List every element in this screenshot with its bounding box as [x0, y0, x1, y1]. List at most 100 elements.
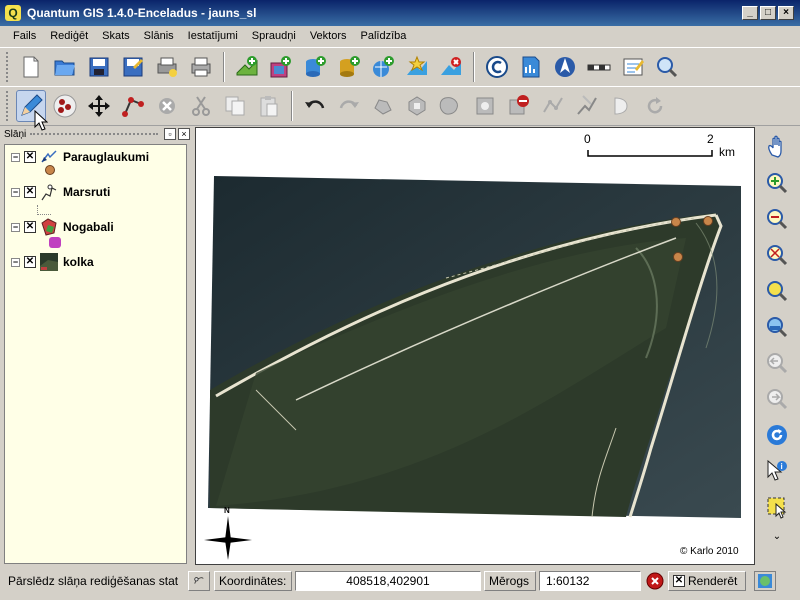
delete-ring-button[interactable] [470, 90, 500, 122]
print-composer-button[interactable] [152, 51, 182, 83]
sample-point [703, 216, 713, 226]
zoom-out-icon[interactable] [762, 203, 792, 235]
layer-visibility-checkbox[interactable]: ✕ [24, 256, 36, 268]
add-vector-layer-button[interactable] [232, 51, 262, 83]
new-vector-layer-button[interactable] [402, 51, 432, 83]
edit-toolbar [0, 86, 800, 126]
menu-fails[interactable]: Fails [6, 30, 43, 42]
mouse-cursor-icon [34, 109, 49, 135]
close-button[interactable]: × [778, 6, 794, 20]
zoom-next-icon[interactable] [762, 383, 792, 415]
add-postgis-layer-button[interactable] [300, 51, 330, 83]
layer-item-parauglaukumi[interactable]: − ✕ Parauglaukumi [11, 148, 149, 166]
open-project-button[interactable] [50, 51, 80, 83]
panel-drag-handle[interactable] [30, 133, 158, 135]
gps-tools-button[interactable] [516, 51, 546, 83]
layer-visibility-checkbox[interactable]: ✕ [24, 186, 36, 198]
split-features-button[interactable] [572, 90, 602, 122]
satellite-raster [208, 176, 741, 518]
delete-part-button[interactable] [504, 90, 534, 122]
layer-item-kolka[interactable]: − ✕ kolka [11, 253, 94, 271]
zoom-layer-icon[interactable] [762, 311, 792, 343]
simplify-feature-button[interactable] [368, 90, 398, 122]
copy-features-button[interactable] [220, 90, 250, 122]
capture-point-button[interactable] [50, 90, 80, 122]
minimize-button[interactable]: _ [742, 6, 758, 20]
add-wms-layer-button[interactable] [368, 51, 398, 83]
scale-input[interactable]: 1:60132 [539, 571, 641, 591]
toggle-extents-icon[interactable] [188, 571, 210, 591]
save-project-button[interactable] [84, 51, 114, 83]
zoom-selection-icon[interactable] [762, 275, 792, 307]
reshape-features-button[interactable] [538, 90, 568, 122]
move-feature-button[interactable] [84, 90, 114, 122]
layer-visibility-checkbox[interactable]: ✕ [24, 151, 36, 163]
render-label: Renderēt [688, 574, 738, 588]
pan-icon[interactable] [762, 131, 792, 163]
menu-rediget[interactable]: Rediģēt [43, 30, 95, 42]
north-arrow-button[interactable] [550, 51, 580, 83]
collapse-toggle[interactable]: − [11, 187, 20, 197]
layer-item-marsruti[interactable]: − ✕ Marsruti [11, 183, 110, 201]
identify-icon[interactable]: i [762, 455, 792, 487]
select-features-icon[interactable] [762, 491, 792, 523]
window-title: Quantum GIS 1.4.0-Enceladus - jauns_sl [27, 6, 257, 20]
scale-bar-unit-label: km [719, 145, 735, 159]
remove-layer-button[interactable] [436, 51, 466, 83]
stop-render-icon[interactable] [644, 571, 666, 591]
menu-spraudni[interactable]: Spraudņi [245, 30, 303, 42]
zoom-last-icon[interactable] [762, 347, 792, 379]
save-as-button[interactable] [118, 51, 148, 83]
layer-item-nogabali[interactable]: − ✕ Nogabali [11, 218, 114, 236]
menu-skats[interactable]: Skats [95, 30, 137, 42]
delete-selected-button[interactable] [152, 90, 182, 122]
toolbar-overflow-chevron-icon[interactable]: ⌄ [757, 531, 797, 542]
status-message: Pārslēdz slāņa rediģēšanas stat [8, 574, 179, 588]
refresh-icon[interactable] [762, 419, 792, 451]
add-raster-layer-button[interactable] [266, 51, 296, 83]
redo-button[interactable] [334, 90, 364, 122]
zoom-in-icon[interactable] [762, 167, 792, 199]
node-tool-button[interactable] [118, 90, 148, 122]
new-project-button[interactable] [16, 51, 46, 83]
toolbar-grip[interactable] [6, 91, 10, 121]
render-toggle[interactable]: ✕ Renderēt [668, 571, 746, 591]
paste-features-button[interactable] [254, 90, 284, 122]
layer-visibility-checkbox[interactable]: ✕ [24, 221, 36, 233]
menu-iestatijumi[interactable]: Iestatījumi [181, 30, 245, 42]
collapse-toggle[interactable]: − [11, 257, 20, 267]
map-canvas[interactable]: 0 2 km N © Karlo 2010 [195, 127, 755, 565]
rotate-point-symbols-button[interactable] [640, 90, 670, 122]
merge-features-button[interactable] [606, 90, 636, 122]
menu-bar: Fails Rediģēt Skats Slānis Iestatījumi S… [0, 26, 800, 46]
layers-panel-header: Slāņi ▫ × [0, 127, 190, 141]
raster-layer-icon [39, 253, 59, 271]
panel-close-button[interactable]: × [178, 128, 190, 140]
menu-vektors[interactable]: Vektors [303, 30, 354, 42]
toolbar-grip[interactable] [6, 52, 10, 82]
menu-slanis[interactable]: Slānis [137, 30, 181, 42]
render-checkbox[interactable]: ✕ [673, 575, 685, 587]
menu-palidziba[interactable]: Palīdzība [354, 30, 414, 42]
file-toolbar [0, 47, 800, 87]
undo-button[interactable] [300, 90, 330, 122]
scale-bar-button[interactable] [584, 51, 614, 83]
add-spatialite-layer-button[interactable] [334, 51, 364, 83]
collapse-toggle[interactable]: − [11, 152, 20, 162]
search-tool-button[interactable] [652, 51, 682, 83]
polygon-symbol-swatch [49, 237, 61, 248]
zoom-full-icon[interactable] [762, 239, 792, 271]
scale-bar: 0 2 km [584, 132, 735, 159]
projection-icon[interactable] [754, 571, 776, 591]
add-island-button[interactable] [436, 90, 466, 122]
add-ring-button[interactable] [402, 90, 432, 122]
copyright-label-button[interactable] [482, 51, 512, 83]
cut-features-button[interactable] [186, 90, 216, 122]
panel-float-button[interactable]: ▫ [164, 128, 176, 140]
map-navigation-toolbar: i ⌄ [757, 127, 797, 567]
maximize-button[interactable]: □ [760, 6, 776, 20]
annotation-button[interactable] [618, 51, 648, 83]
collapse-toggle[interactable]: − [11, 222, 20, 232]
toolbar-separator [473, 52, 475, 82]
print-button[interactable] [186, 51, 216, 83]
